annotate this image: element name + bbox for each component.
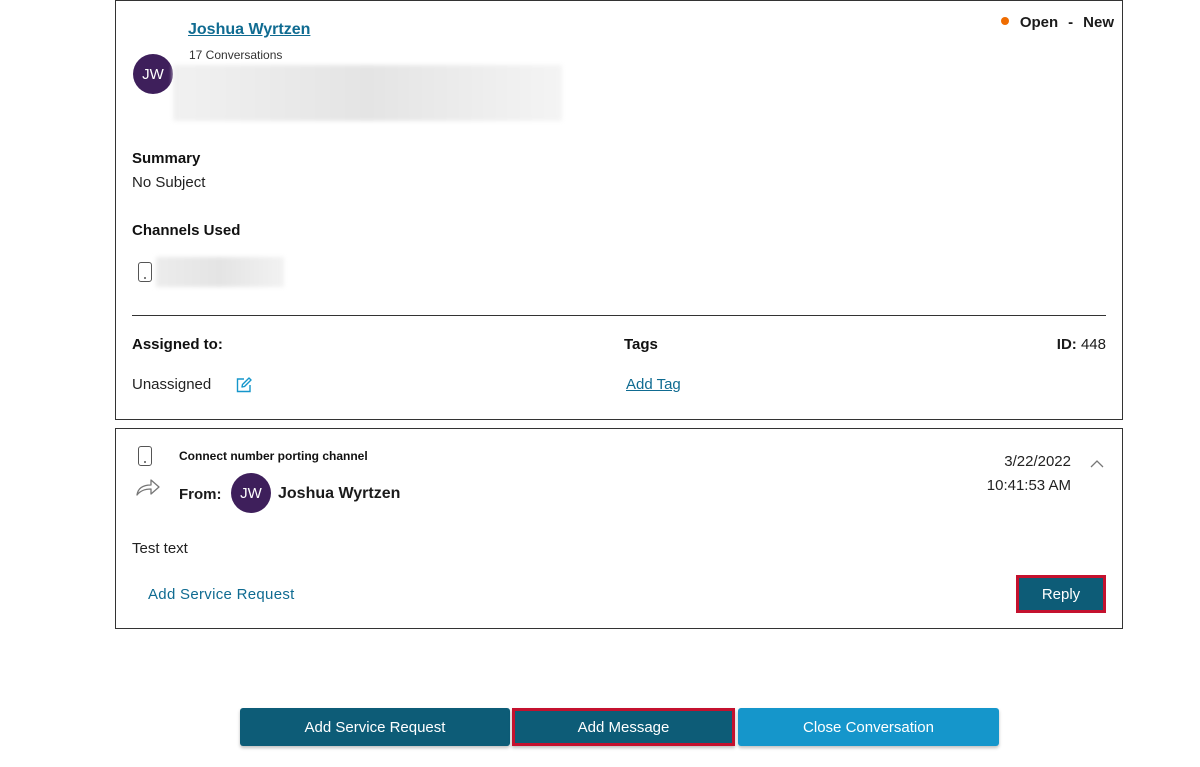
message-timestamp: 3/22/2022 10:41:53 AM (987, 450, 1071, 498)
status-state: Open (1019, 14, 1059, 31)
status-substate: New (1083, 14, 1114, 31)
tags-label: Tags (624, 336, 658, 353)
message-body: Test text (132, 540, 188, 557)
customer-avatar: JW (133, 54, 173, 94)
customer-name-link[interactable]: Joshua Wyrtzen (188, 21, 310, 39)
close-conversation-button[interactable]: Close Conversation (738, 708, 999, 746)
message-subject: Connect number porting channel (179, 449, 368, 463)
sender-avatar: JW (231, 473, 271, 513)
conversation-status: Open - New (1000, 14, 1114, 31)
edit-assignee-icon[interactable] (235, 376, 253, 394)
sender-name: Joshua Wyrtzen (278, 485, 401, 502)
message-channel-phone-icon (138, 446, 152, 466)
reply-button[interactable]: Reply (1016, 575, 1106, 613)
summary-label: Summary (132, 150, 201, 167)
add-service-request-link[interactable]: Add Service Request (148, 586, 295, 603)
conversation-card: JW Joshua Wyrtzen 17 Conversations Open … (115, 0, 1123, 420)
status-dot-icon (1000, 16, 1009, 25)
forwarded-arrow-icon (136, 479, 160, 496)
id-label: ID: (1056, 336, 1077, 353)
message-time: 10:41:53 AM (986, 477, 1071, 494)
assigned-value: Unassigned (132, 376, 212, 393)
conversation-id: ID: 448 (1057, 336, 1106, 353)
divider (132, 315, 1106, 316)
assigned-to-label: Assigned to: (132, 336, 223, 353)
from-label: From: (179, 486, 222, 503)
add-tag-link[interactable]: Add Tag (626, 376, 681, 393)
channels-used-label: Channels Used (132, 222, 241, 239)
summary-value: No Subject (132, 174, 206, 191)
status-separator: - (1068, 14, 1074, 31)
collapse-chevron-up-icon[interactable] (1090, 459, 1104, 469)
phone-icon (138, 262, 152, 282)
redacted-contact-info (173, 65, 562, 121)
id-value: 448 (1080, 336, 1106, 353)
add-service-request-button[interactable]: Add Service Request (240, 708, 510, 746)
message-date: 3/22/2022 (1004, 453, 1071, 470)
add-message-button[interactable]: Add Message (512, 708, 735, 746)
message-card: Connect number porting channel From: JW … (115, 428, 1123, 629)
conversation-count: 17 Conversations (189, 48, 283, 62)
redacted-channel-info (156, 257, 284, 287)
